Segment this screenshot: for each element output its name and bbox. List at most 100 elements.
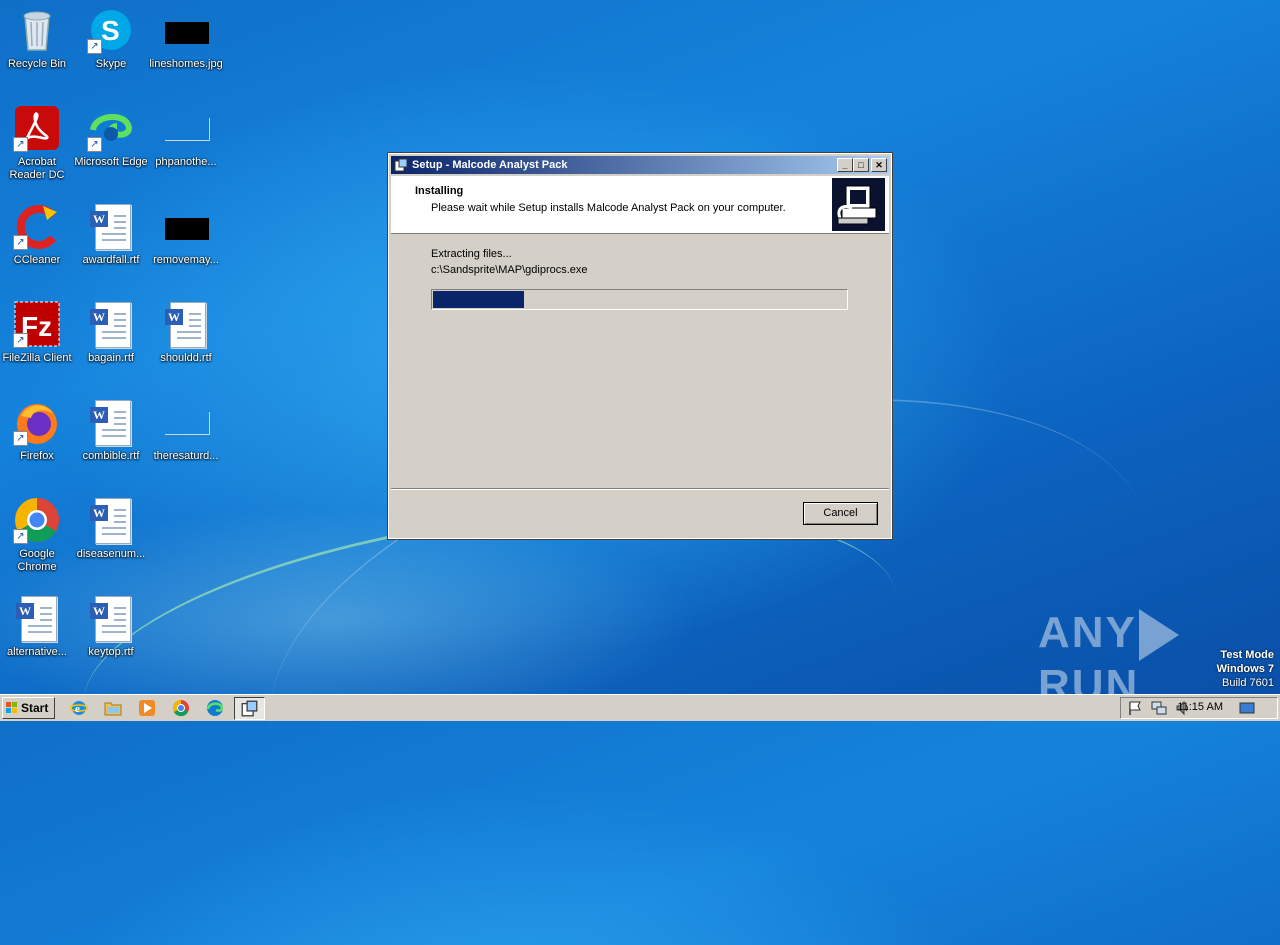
network-icon[interactable]: [1151, 700, 1167, 716]
skype-icon: S ↗: [87, 6, 135, 54]
word-document-icon: W: [87, 398, 135, 446]
desktop-icon-label: awardfall.rtf: [82, 254, 140, 266]
desktop-icon-awardfall[interactable]: W awardfall.rtf: [74, 202, 148, 267]
edge-icon: ↗: [87, 104, 135, 152]
status-text: Extracting files...: [431, 248, 512, 260]
header-title: Installing: [415, 185, 464, 197]
current-file-text: c:\Sandsprite\MAP\gdiprocs.exe: [431, 264, 588, 276]
folder-icon[interactable]: [104, 699, 122, 717]
chrome-icon: ↗: [13, 496, 61, 544]
system-tray: 11:15 AM: [1120, 697, 1278, 719]
desktop-icon-phpanothe[interactable]: phpanothe...: [149, 104, 223, 169]
desktop-icon-edge[interactable]: ↗ Microsoft Edge: [74, 104, 148, 169]
image-file-icon: [162, 6, 210, 54]
close-button[interactable]: ✕: [871, 158, 887, 172]
word-document-icon: W: [87, 300, 135, 348]
ccleaner-icon: ↗: [13, 202, 61, 250]
desktop-icon-label: keytop.rtf: [88, 646, 134, 658]
clock[interactable]: 11:15 AM: [1177, 701, 1223, 713]
dialog-header-panel: Installing Please wait while Setup insta…: [391, 176, 889, 234]
desktop-icon-label: FileZilla Client: [2, 352, 72, 364]
word-document-icon: W: [162, 300, 210, 348]
edge-icon[interactable]: [206, 699, 224, 717]
desktop-icon-firefox[interactable]: ↗ Firefox: [0, 398, 74, 463]
test-mode-label: Test Mode: [1220, 649, 1274, 661]
word-document-icon: W: [87, 594, 135, 642]
desktop-icon-ccleaner[interactable]: ↗ CCleaner: [0, 202, 74, 267]
os-label: Windows 7: [1216, 663, 1274, 675]
desktop-icon-label: Acrobat Reader DC: [9, 156, 65, 181]
image-file-icon: [162, 398, 210, 446]
desktop-icon-label: alternative...: [7, 646, 67, 658]
desktop-icon-combible[interactable]: W combible.rtf: [74, 398, 148, 463]
shortcut-arrow-icon: ↗: [87, 137, 102, 152]
start-button[interactable]: Start: [2, 697, 55, 719]
desktop-icon-theresaturd[interactable]: theresaturd...: [149, 398, 223, 463]
desktop-icon-label: Google Chrome: [17, 548, 57, 573]
recycle-bin-icon: [13, 6, 61, 54]
taskbar: Start e 11:15 AM: [0, 694, 1280, 721]
watermark-brand-left: ANY: [1038, 608, 1137, 657]
shortcut-arrow-icon: ↗: [13, 235, 28, 250]
internet-explorer-icon[interactable]: e: [70, 699, 88, 717]
footer-divider: [391, 488, 889, 490]
desktop-icon-recycle-bin[interactable]: Recycle Bin: [0, 6, 74, 71]
install-progress-bar: [431, 289, 848, 310]
svg-text:e: e: [75, 703, 80, 715]
setup-dialog: Setup - Malcode Analyst Pack _ □ ✕ Insta…: [387, 152, 893, 540]
desktop-icon-label: Skype: [95, 58, 127, 70]
start-label: Start: [21, 701, 49, 715]
taskbar-setup-button[interactable]: [234, 697, 265, 720]
firefox-icon: ↗: [13, 398, 61, 446]
cancel-button[interactable]: Cancel: [803, 502, 878, 525]
desktop-icon-label: Recycle Bin: [7, 58, 67, 70]
desktop-icon-keytop[interactable]: W keytop.rtf: [74, 594, 148, 659]
header-subtitle: Please wait while Setup installs Malcode…: [431, 202, 786, 214]
media-player-icon[interactable]: [138, 699, 156, 717]
dialog-titlebar[interactable]: Setup - Malcode Analyst Pack _ □ ✕: [391, 156, 889, 174]
desktop-icon-label: theresaturd...: [153, 450, 219, 462]
shortcut-arrow-icon: ↗: [13, 333, 28, 348]
desktop-icon-label: diseasenum...: [76, 548, 146, 560]
show-desktop-icon[interactable]: [1239, 700, 1255, 716]
test-mode-notice: Test Mode Windows 7 Build 7601: [1217, 648, 1274, 690]
image-file-icon: [162, 202, 210, 250]
desktop-icon-diseasenum[interactable]: W diseasenum...: [74, 496, 148, 561]
shortcut-arrow-icon: ↗: [13, 137, 28, 152]
maximize-button[interactable]: □: [853, 158, 869, 172]
desktop-icon-label: bagain.rtf: [88, 352, 134, 364]
desktop-icon-alternative[interactable]: W alternative...: [0, 594, 74, 659]
dialog-title: Setup - Malcode Analyst Pack: [412, 159, 568, 171]
word-document-icon: W: [87, 202, 135, 250]
shortcut-arrow-icon: ↗: [87, 39, 102, 54]
shortcut-arrow-icon: ↗: [13, 529, 28, 544]
desktop-icon-label: removemay...: [153, 254, 219, 266]
desktop-icon-label: lineshomes.jpg: [149, 58, 223, 70]
word-document-icon: W: [13, 594, 61, 642]
chrome-icon[interactable]: [172, 699, 190, 717]
desktop-icon-chrome[interactable]: ↗ Google Chrome: [0, 496, 74, 574]
windows-logo-icon: [6, 702, 17, 713]
svg-text:S: S: [101, 15, 120, 46]
desktop-icon-label: Firefox: [20, 450, 54, 462]
flag-icon[interactable]: [1127, 700, 1143, 716]
desktop-icon-bagain[interactable]: W bagain.rtf: [74, 300, 148, 365]
computer-setup-icon: [832, 178, 885, 231]
desktop-icon-skype[interactable]: S ↗ Skype: [74, 6, 148, 71]
desktop-icon-label: CCleaner: [13, 254, 61, 266]
desktop-icon-label: shouldd.rtf: [160, 352, 212, 364]
desktop-icon-label: Microsoft Edge: [74, 156, 148, 168]
filezilla-icon: Fz ↗: [13, 300, 61, 348]
desktop-icon-label: phpanothe...: [155, 156, 217, 168]
desktop-icon-acrobat[interactable]: ↗ Acrobat Reader DC: [0, 104, 74, 182]
desktop-icon-lineshomes[interactable]: lineshomes.jpg: [149, 6, 223, 71]
play-logo-icon: [1138, 609, 1179, 662]
acrobat-icon: ↗: [13, 104, 61, 152]
shortcut-arrow-icon: ↗: [13, 431, 28, 446]
image-file-icon: [162, 104, 210, 152]
desktop-icon-shouldd[interactable]: W shouldd.rtf: [149, 300, 223, 365]
desktop-icon-removemay[interactable]: removemay...: [149, 202, 223, 267]
desktop-icon-filezilla[interactable]: Fz ↗ FileZilla Client: [0, 300, 74, 365]
desktop-icon-label: combible.rtf: [82, 450, 140, 462]
minimize-button[interactable]: _: [837, 158, 853, 172]
